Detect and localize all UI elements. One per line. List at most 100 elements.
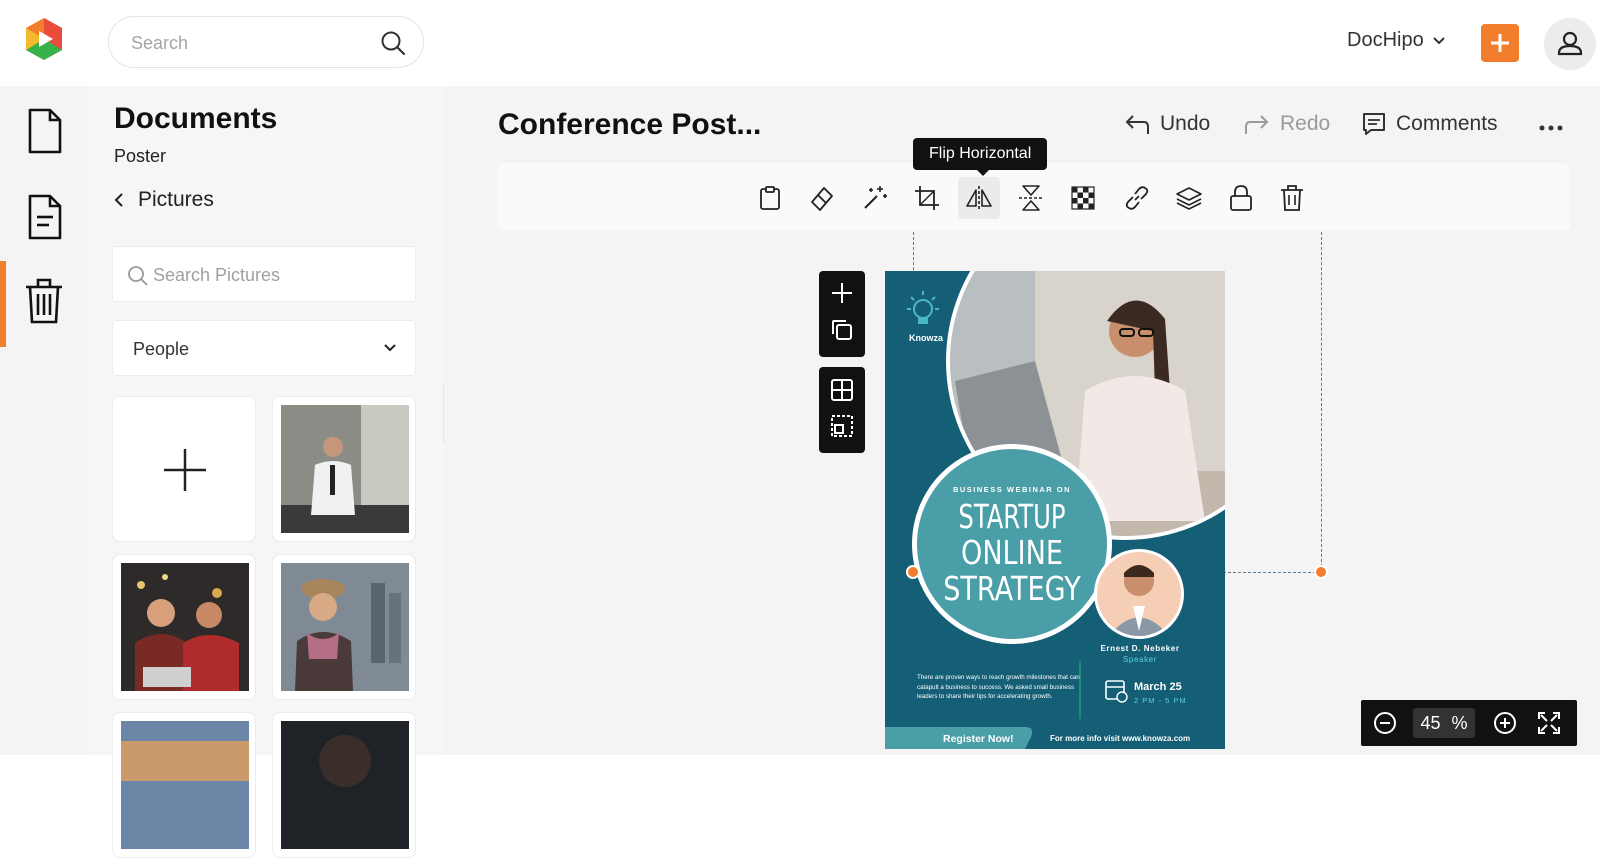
- search-icon: [128, 266, 148, 286]
- panel-title: Documents: [114, 102, 278, 135]
- layers-button[interactable]: [1168, 177, 1210, 219]
- magic-effects-button[interactable]: [854, 177, 896, 219]
- comment-icon: [1363, 113, 1385, 135]
- picture-search-field[interactable]: Search Pictures: [112, 246, 416, 302]
- comments-button[interactable]: Comments: [1362, 112, 1498, 136]
- picture-tile[interactable]: [272, 396, 416, 542]
- trash-icon: [1281, 185, 1303, 211]
- toolbar-tooltip: Flip Horizontal: [913, 138, 1048, 176]
- poster-headline-line-2: ONLINE: [961, 533, 1063, 572]
- calendar-icon: [1105, 680, 1128, 703]
- grid-controls-group: [819, 367, 865, 453]
- speaker-role: Speaker: [1123, 655, 1157, 664]
- search-icon[interactable]: [379, 29, 407, 57]
- event-date: March 25: [1134, 681, 1182, 693]
- flip-vertical-button[interactable]: [1010, 177, 1052, 219]
- zoom-unit: %: [1451, 713, 1468, 733]
- category-select[interactable]: People: [112, 320, 416, 376]
- poster-body-text: There are proven ways to reach growth mi…: [917, 674, 1080, 701]
- poster-headline-line-1: STARTUP: [958, 497, 1066, 536]
- search-input[interactable]: Search: [131, 33, 188, 54]
- picture-thumbnail: [121, 563, 249, 691]
- lightbulb-icon: [907, 291, 939, 324]
- paste-style-button[interactable]: [749, 177, 791, 219]
- register-cta: Register Now!: [943, 733, 1014, 745]
- poster-footer: For more info visit www.knowza.com: [1050, 734, 1191, 743]
- dochipo-logo[interactable]: [22, 16, 66, 62]
- element-toolbar: [498, 163, 1570, 231]
- comments-label: Comments: [1396, 112, 1498, 135]
- flip-horizontal-button[interactable]: [958, 177, 1000, 219]
- picture-thumbnail: [281, 563, 409, 691]
- undo-icon: [1125, 115, 1149, 134]
- resize-handle-left[interactable]: [906, 565, 920, 579]
- user-icon: [1557, 31, 1583, 56]
- clipboard-icon: [760, 186, 780, 210]
- more-options-icon[interactable]: [1538, 118, 1564, 138]
- grid-icon[interactable]: [831, 379, 853, 401]
- account-button[interactable]: [1544, 18, 1596, 70]
- select-area-icon[interactable]: [831, 415, 853, 437]
- workspace-name: DocHipo: [1347, 29, 1424, 51]
- panel-subtitle: Poster: [114, 146, 167, 166]
- picture-thumbnail: [281, 721, 409, 849]
- category-value: People: [133, 339, 190, 359]
- picture-tile[interactable]: [112, 554, 256, 700]
- workspace-menu[interactable]: DocHipo: [1347, 29, 1446, 52]
- event-time: 2 PM - 5 PM: [1134, 696, 1187, 705]
- redo-icon: [1245, 115, 1269, 134]
- zoom-value: 45: [1420, 713, 1441, 733]
- lock-button[interactable]: [1220, 177, 1262, 219]
- active-indicator: [0, 261, 6, 347]
- zoom-in-icon[interactable]: [1493, 711, 1517, 735]
- eraser-icon: [811, 187, 833, 211]
- duplicate-page-icon[interactable]: [831, 319, 853, 341]
- redo-button[interactable]: Redo: [1244, 112, 1330, 136]
- crop-button[interactable]: [906, 177, 948, 219]
- document-icon[interactable]: [22, 192, 66, 242]
- picture-search-input[interactable]: Search Pictures: [153, 265, 280, 286]
- file-icon[interactable]: [22, 106, 66, 156]
- redo-label: Redo: [1280, 112, 1331, 135]
- picture-tile[interactable]: [112, 712, 256, 858]
- undo-label: Undo: [1160, 112, 1211, 135]
- link-button[interactable]: [1116, 177, 1158, 219]
- delete-button[interactable]: [1271, 177, 1313, 219]
- flip-vertical-icon: [1019, 185, 1043, 211]
- back-button[interactable]: Pictures: [114, 188, 214, 212]
- checkerboard-icon: [1071, 186, 1095, 210]
- trash-icon[interactable]: [22, 276, 66, 326]
- top-bar: Search DocHipo: [0, 0, 1600, 86]
- poster-headline-line-3: STRATEGY: [943, 569, 1081, 608]
- link-icon: [1125, 186, 1149, 210]
- page-controls-group: [819, 271, 865, 357]
- flip-horizontal-icon: [966, 186, 992, 210]
- plus-icon: [1491, 34, 1509, 52]
- resize-handle-right[interactable]: [1314, 565, 1328, 579]
- upload-picture-tile[interactable]: [112, 396, 256, 542]
- create-button[interactable]: [1481, 24, 1519, 62]
- document-title[interactable]: Conference Post...: [498, 108, 761, 142]
- global-search[interactable]: Search: [108, 16, 424, 68]
- plus-icon: [164, 449, 206, 491]
- chevron-down-icon: [384, 344, 396, 352]
- zoom-out-icon[interactable]: [1373, 711, 1397, 735]
- back-label: Pictures: [138, 188, 214, 211]
- left-rail: [0, 86, 88, 755]
- poster-kicker: BUSINESS WEBINAR ON: [952, 485, 1072, 494]
- picture-tile[interactable]: [272, 554, 416, 700]
- transparency-button[interactable]: [1062, 177, 1104, 219]
- fullscreen-icon[interactable]: [1537, 711, 1561, 735]
- poster-brand: Knowza: [909, 333, 944, 343]
- selection-guide-right: [1321, 232, 1322, 572]
- chevron-down-icon: [1432, 36, 1445, 44]
- undo-button[interactable]: Undo: [1124, 112, 1210, 136]
- magic-wand-icon: [864, 186, 887, 209]
- poster-canvas[interactable]: Knowza BUSINESS WEBINAR ON STARTUP ONLIN…: [885, 271, 1225, 749]
- picture-tile[interactable]: [272, 712, 416, 858]
- speaker-name: Ernest D. Nebeker: [1100, 644, 1180, 653]
- zoom-level[interactable]: 45 %: [1413, 708, 1475, 738]
- erase-button[interactable]: [801, 177, 843, 219]
- zoom-controls: 45 %: [1361, 700, 1577, 746]
- add-page-icon[interactable]: [830, 281, 854, 305]
